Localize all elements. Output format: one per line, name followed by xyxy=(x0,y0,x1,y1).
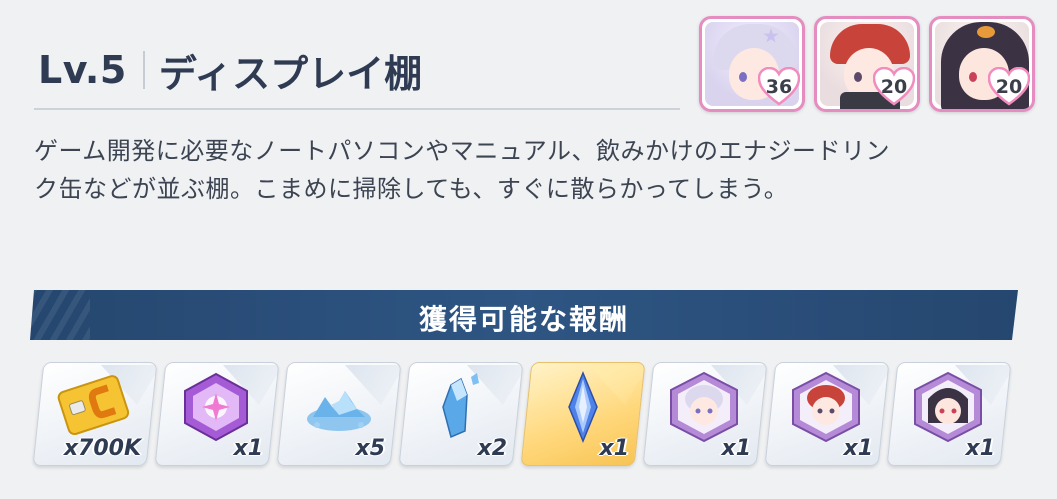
rewards-banner-title: 獲得可能な報酬 xyxy=(418,303,629,336)
student-eleph-icon xyxy=(792,371,860,443)
rewards-banner: 獲得可能な報酬 xyxy=(30,290,1018,340)
reward-quantity: x1 xyxy=(965,436,996,461)
credit-card-icon xyxy=(57,375,130,436)
affection-level: 20 xyxy=(880,76,908,98)
reward-quantity: x1 xyxy=(599,436,630,461)
reward-item[interactable]: x700K xyxy=(32,362,158,466)
furniture-description: ゲーム開発に必要なノートパソコンやマニュアル、飲みかけのエナジードリン ク缶など… xyxy=(34,132,1014,208)
header-underline xyxy=(34,108,680,110)
blue-crystal-shard-icon xyxy=(442,373,479,439)
reward-item[interactable]: x1 xyxy=(154,362,280,466)
student-portrait-3[interactable]: 20 xyxy=(929,16,1035,112)
reward-item[interactable]: x1 xyxy=(520,362,646,466)
reward-item[interactable]: x5 xyxy=(276,362,402,466)
blue-crystal-icon xyxy=(568,371,598,443)
affection-heart-icon: 20 xyxy=(988,67,1030,107)
reward-quantity: x5 xyxy=(355,436,386,461)
reward-quantity: x2 xyxy=(477,436,508,461)
reward-item[interactable]: x1 xyxy=(764,362,890,466)
furniture-title: ディスプレイ棚 xyxy=(158,51,423,96)
student-eleph-icon xyxy=(914,371,982,443)
reward-list: x700K x1 x5 x2 x1 x1 x1 x1 xyxy=(32,362,1012,466)
purple-gem-icon xyxy=(184,372,248,442)
description-line: ク缶などが並ぶ棚。こまめに掃除しても、すぐに散らかってしまう。 xyxy=(34,175,789,203)
student-portraits: 36 20 20 xyxy=(699,16,1035,112)
description-line: ゲーム開発に必要なノートパソコンやマニュアル、飲みかけのエナジードリン xyxy=(34,137,891,165)
student-portrait-2[interactable]: 20 xyxy=(814,16,920,112)
affection-level: 20 xyxy=(995,76,1023,98)
reward-item[interactable]: x2 xyxy=(398,362,524,466)
affection-heart-icon: 20 xyxy=(873,67,915,107)
reward-quantity: x1 xyxy=(843,436,874,461)
reward-quantity: x1 xyxy=(721,436,752,461)
furniture-level: Lv.5 xyxy=(38,48,127,92)
affection-heart-icon: 36 xyxy=(758,67,800,107)
reward-quantity: x700K xyxy=(63,436,141,461)
furniture-header: Lv.5 ディスプレイ棚 xyxy=(38,40,422,100)
reward-item[interactable]: x1 xyxy=(886,362,1012,466)
reward-quantity: x1 xyxy=(233,436,264,461)
affection-level: 36 xyxy=(765,76,793,98)
header-divider xyxy=(142,51,145,89)
blue-crystal-pile-icon xyxy=(307,391,371,431)
reward-item[interactable]: x1 xyxy=(642,362,768,466)
student-eleph-icon xyxy=(670,371,738,443)
student-portrait-1[interactable]: 36 xyxy=(699,16,805,112)
